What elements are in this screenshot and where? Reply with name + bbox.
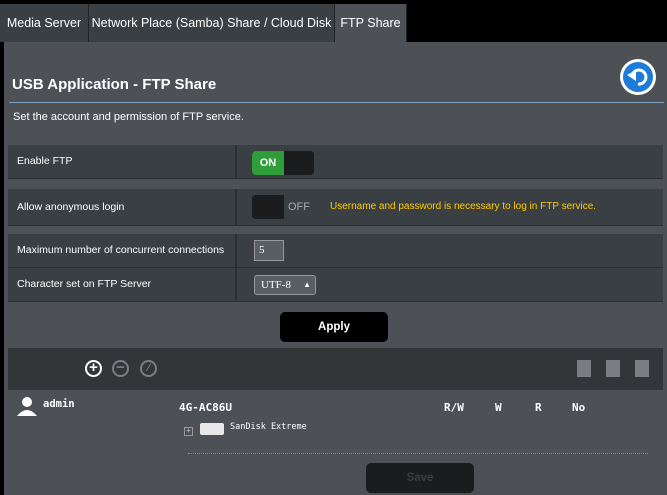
max-connections-label: Maximum number of concurrent connections <box>17 244 225 256</box>
add-folder-icon[interactable] <box>577 360 591 377</box>
save-button[interactable]: Save <box>366 463 474 493</box>
back-button[interactable] <box>620 59 656 95</box>
account-permission-list: admin 4G-AC86U R/W W R No + SanDisk Extr… <box>8 390 663 495</box>
permission-header-no: No <box>572 401 586 414</box>
charset-row: Character set on FTP Server UTF-8 ▲ <box>8 268 663 302</box>
back-arrow-icon <box>623 62 653 92</box>
delete-account-icon[interactable]: − <box>112 360 129 377</box>
max-connections-row: Maximum number of concurrent connections… <box>8 234 663 268</box>
column-separator <box>235 189 237 225</box>
charset-value: UTF-8 <box>261 279 291 291</box>
expand-icon[interactable]: + <box>184 427 193 436</box>
toggle-knob <box>284 151 314 175</box>
permission-header-rw: R/W <box>444 401 464 414</box>
disk-name[interactable]: SanDisk Extreme <box>230 422 307 432</box>
max-connections-input[interactable]: 5 <box>254 240 284 261</box>
ftp-share-panel: USB Application - FTP Share Set the acco… <box>4 42 667 495</box>
tab-samba-share[interactable]: Network Place (Samba) Share / Cloud Disk <box>89 4 335 42</box>
column-separator <box>235 234 237 267</box>
anonymous-login-toggle[interactable]: OFF <box>252 195 314 219</box>
charset-select[interactable]: UTF-8 ▲ <box>254 275 316 295</box>
edit-account-icon[interactable]: ⁄ <box>140 360 157 377</box>
permission-header-r: R <box>535 401 542 414</box>
account-toolbar: + − ⁄ <box>8 348 663 390</box>
title-divider <box>9 102 664 103</box>
apply-button[interactable]: Apply <box>280 312 388 342</box>
anonymous-login-row: Allow anonymous login OFF Username and p… <box>8 189 663 226</box>
add-account-icon[interactable]: + <box>85 360 102 377</box>
select-arrows-icon: ▲ <box>303 280 311 289</box>
anonymous-login-note: Username and password is necessary to lo… <box>330 201 597 212</box>
toggle-on-label: ON <box>252 151 284 175</box>
page-title: USB Application - FTP Share <box>12 76 217 93</box>
enable-ftp-toggle[interactable]: ON <box>252 151 314 175</box>
device-name: 4G-AC86U <box>179 401 232 414</box>
charset-label: Character set on FTP Server <box>17 278 152 290</box>
column-separator <box>235 268 237 301</box>
enable-ftp-label: Enable FTP <box>17 155 73 167</box>
toggle-knob <box>252 195 284 219</box>
list-divider <box>188 453 648 454</box>
enable-ftp-row: Enable FTP ON <box>8 145 663 179</box>
tab-bar: Media Server Network Place (Samba) Share… <box>0 0 667 42</box>
permission-header-w: W <box>495 401 502 414</box>
toggle-off-label: OFF <box>284 195 314 219</box>
anonymous-login-label: Allow anonymous login <box>17 201 125 213</box>
delete-folder-icon[interactable] <box>606 360 620 377</box>
column-separator <box>235 145 237 178</box>
edit-folder-icon[interactable] <box>635 360 649 377</box>
page-description: Set the account and permission of FTP se… <box>13 111 244 123</box>
account-name[interactable]: admin <box>43 398 75 410</box>
tab-media-server[interactable]: Media Server <box>0 4 89 42</box>
tab-ftp-share[interactable]: FTP Share <box>335 4 407 42</box>
disk-icon <box>200 423 224 435</box>
user-icon <box>16 396 38 421</box>
